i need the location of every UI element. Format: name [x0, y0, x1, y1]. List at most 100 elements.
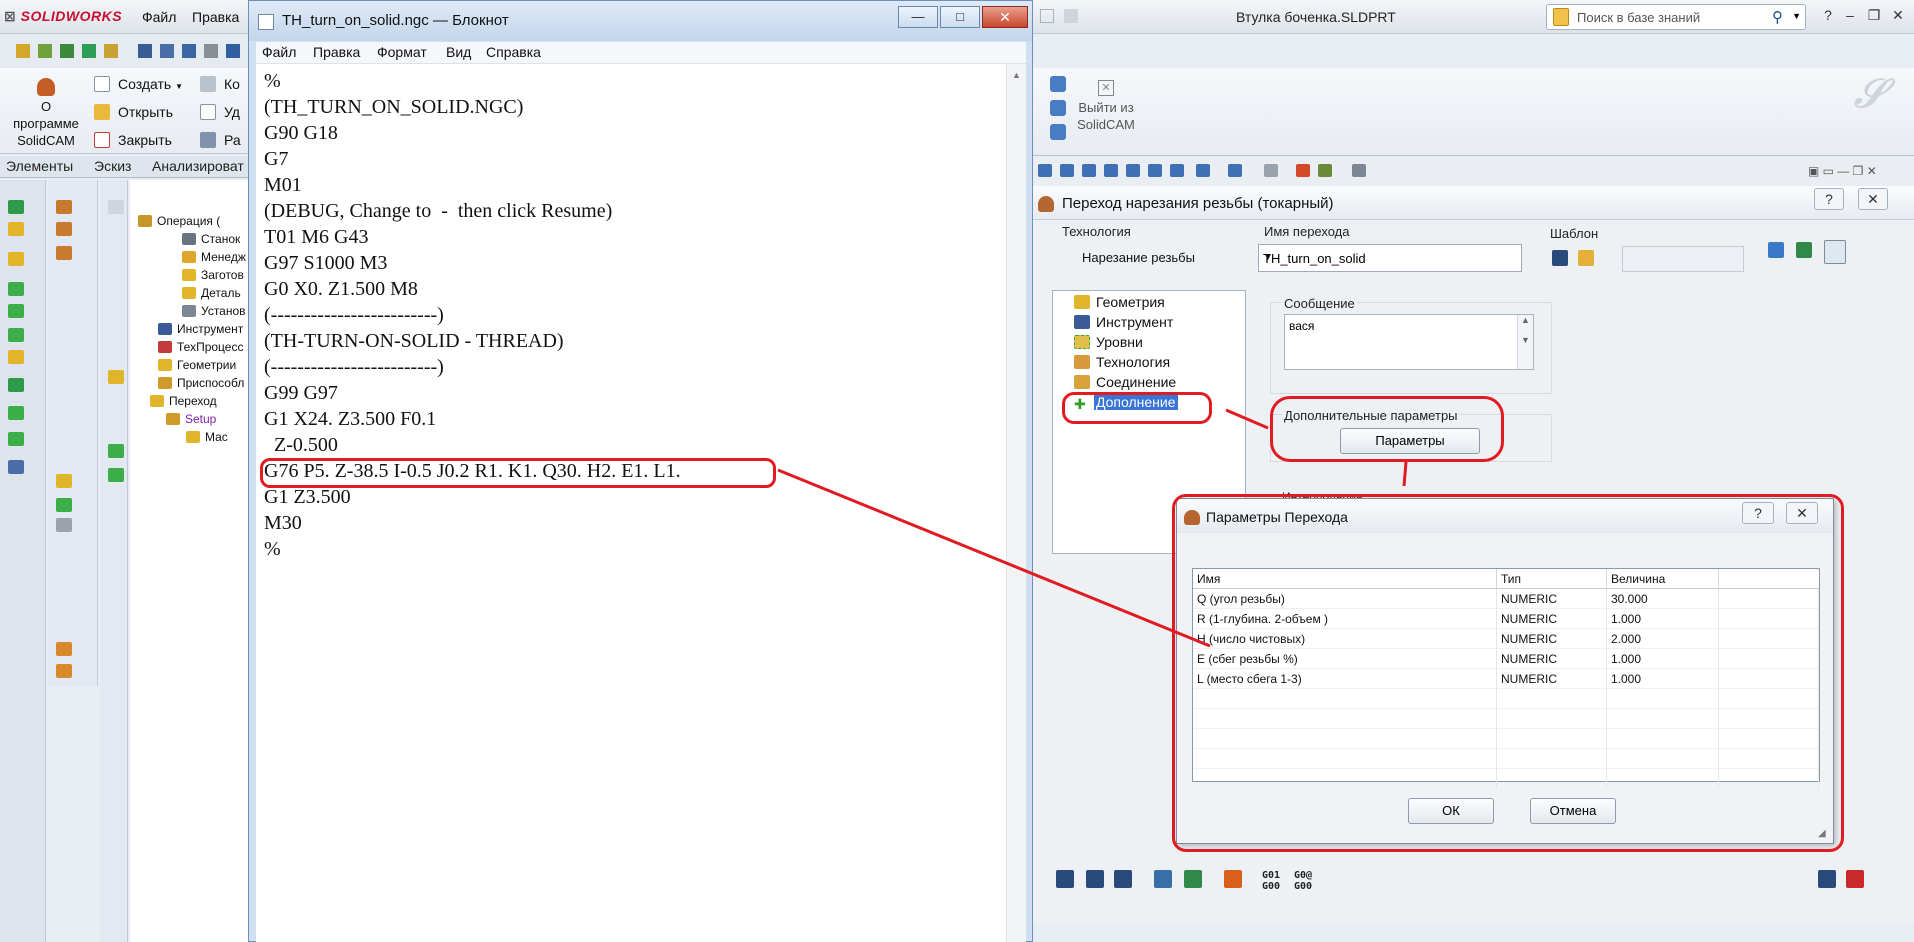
- tab-analyze[interactable]: Анализироват: [152, 158, 244, 174]
- tree-item-technology[interactable]: Технология: [1074, 354, 1170, 370]
- save-all-icon[interactable]: [1114, 870, 1132, 888]
- save-exit-icon[interactable]: [1818, 870, 1836, 888]
- menu-view[interactable]: Вид: [446, 44, 471, 60]
- layers-icon[interactable]: [1224, 870, 1242, 888]
- tree-sub[interactable]: Мас: [186, 430, 228, 444]
- solidcam-tool-icon[interactable]: [1050, 76, 1066, 92]
- message-textarea[interactable]: вася ▲ ▼: [1284, 314, 1534, 370]
- axis-icon[interactable]: [60, 44, 74, 58]
- notepad-text-area[interactable]: [256, 64, 1026, 942]
- knowledge-base-search[interactable]: Поиск в базе знаний ⚲ ▼: [1546, 4, 1806, 30]
- sw-menu-file[interactable]: Файл: [142, 9, 176, 25]
- note-icon[interactable]: [204, 44, 218, 58]
- ribbon-close[interactable]: Закрыть: [94, 132, 172, 148]
- maximize-button[interactable]: □: [940, 6, 980, 28]
- open-folder-icon[interactable]: [1578, 250, 1594, 266]
- tool-view-icon[interactable]: [1796, 242, 1812, 258]
- tree-item-tool[interactable]: Инструмент: [1074, 314, 1173, 330]
- about-solidcam-button[interactable]: О программе SolidCAM: [8, 78, 84, 149]
- tool-icon[interactable]: [8, 460, 24, 474]
- notepad-scrollbar[interactable]: ▲: [1006, 64, 1026, 942]
- tree-operations[interactable]: Переход: [150, 394, 217, 408]
- tool-icon[interactable]: [108, 468, 124, 482]
- tree-geometries[interactable]: Геометрии: [158, 358, 236, 372]
- sw-toolbar-icon[interactable]: [1040, 9, 1054, 23]
- magnet-icon[interactable]: [104, 44, 118, 58]
- tool-icon[interactable]: [8, 282, 24, 296]
- solidworks-logo[interactable]: ⊠ SOLIDWORKS: [4, 8, 122, 25]
- gcode-generate-icon[interactable]: G01 G00: [1262, 870, 1280, 892]
- save-icon[interactable]: [1552, 250, 1568, 266]
- save-copy-icon[interactable]: [1086, 870, 1104, 888]
- minimize-button[interactable]: —: [898, 6, 938, 28]
- close-button[interactable]: ✕: [982, 6, 1028, 28]
- tree-stock[interactable]: Заготов: [182, 268, 244, 282]
- sw-menu-edit[interactable]: Правка: [192, 9, 239, 25]
- close-button[interactable]: ✕: [1858, 188, 1888, 210]
- view-icon[interactable]: [1318, 164, 1332, 177]
- view-icon[interactable]: [1196, 164, 1210, 177]
- tool-icon[interactable]: [56, 664, 72, 678]
- ribbon-create[interactable]: Создать ▼: [94, 76, 183, 92]
- tool-icon[interactable]: [108, 444, 124, 458]
- tree-setup[interactable]: Setup: [166, 412, 216, 426]
- sketch-icon[interactable]: [16, 44, 30, 58]
- tool-icon[interactable]: [8, 406, 24, 420]
- tool-icon[interactable]: [108, 200, 124, 214]
- save-icon[interactable]: [1056, 870, 1074, 888]
- tool-icon[interactable]: [56, 498, 72, 512]
- view-icon[interactable]: [1148, 164, 1162, 177]
- close-button[interactable]: ✕: [1884, 4, 1912, 26]
- ribbon-item-ko[interactable]: Ко: [200, 76, 240, 92]
- tree-part[interactable]: Деталь: [182, 286, 241, 300]
- menu-format[interactable]: Формат: [377, 44, 427, 60]
- pane-controls[interactable]: ▣ ▭ — ❐ ✕: [1808, 164, 1877, 178]
- line-icon[interactable]: [38, 44, 52, 58]
- view-icon[interactable]: [1104, 164, 1118, 177]
- gcode-list-icon[interactable]: G0@ G00: [1294, 870, 1312, 892]
- ribbon-open[interactable]: Открыть: [94, 104, 173, 120]
- solidcam-tool-icon[interactable]: [1050, 100, 1066, 116]
- tab-sketch[interactable]: Эскиз: [94, 158, 131, 174]
- settings-tool-icon[interactable]: [1824, 240, 1846, 264]
- tool-icon[interactable]: [8, 328, 24, 342]
- tool-icon[interactable]: [8, 304, 24, 318]
- search-icon[interactable]: ⚲: [1772, 8, 1783, 26]
- tree-tools[interactable]: Инструмент: [158, 322, 243, 336]
- tool-icon[interactable]: [8, 350, 24, 364]
- menu-edit[interactable]: Правка: [313, 44, 360, 60]
- menu-help[interactable]: Справка: [486, 44, 541, 60]
- template-field[interactable]: [1622, 246, 1744, 272]
- exit-solidcam-button[interactable]: ✕ Выйти из SolidCAM: [1076, 80, 1136, 133]
- dimension-icon[interactable]: [160, 44, 174, 58]
- tool-icon[interactable]: [8, 252, 24, 266]
- tool-icon[interactable]: [8, 432, 24, 446]
- tool-icon[interactable]: [56, 474, 72, 488]
- solidcam-tool-icon[interactable]: [1050, 124, 1066, 140]
- message-scrollbar[interactable]: ▲ ▼: [1517, 315, 1533, 369]
- tool-icon[interactable]: [56, 246, 72, 260]
- tool-icon[interactable]: [56, 642, 72, 656]
- tool-icon[interactable]: [56, 200, 72, 214]
- view-icon[interactable]: [1296, 164, 1310, 177]
- view-icon[interactable]: [1060, 164, 1074, 177]
- tool-icon[interactable]: [8, 378, 24, 392]
- tool-icon[interactable]: [8, 222, 24, 236]
- tool-icon[interactable]: [56, 222, 72, 236]
- tree-item-geometry[interactable]: Геометрия: [1074, 294, 1165, 310]
- tool-icon[interactable]: [8, 200, 24, 214]
- tree-machine[interactable]: Станок: [182, 232, 240, 246]
- balloon-icon[interactable]: [226, 44, 240, 58]
- view-icon[interactable]: [1038, 164, 1052, 177]
- tree-item-link[interactable]: Соединение: [1074, 374, 1176, 390]
- view-icon[interactable]: [1082, 164, 1096, 177]
- chevron-down-icon[interactable]: ▼: [1792, 11, 1801, 21]
- tool-icon[interactable]: [56, 518, 72, 532]
- spell-icon[interactable]: [138, 44, 152, 58]
- calculate-icon[interactable]: [1154, 870, 1172, 888]
- view-icon[interactable]: [1264, 164, 1278, 177]
- point-icon[interactable]: [82, 44, 96, 58]
- exit-icon[interactable]: [1846, 870, 1864, 888]
- ribbon-item-ra[interactable]: Ра: [200, 132, 241, 148]
- simulate-icon[interactable]: [1184, 870, 1202, 888]
